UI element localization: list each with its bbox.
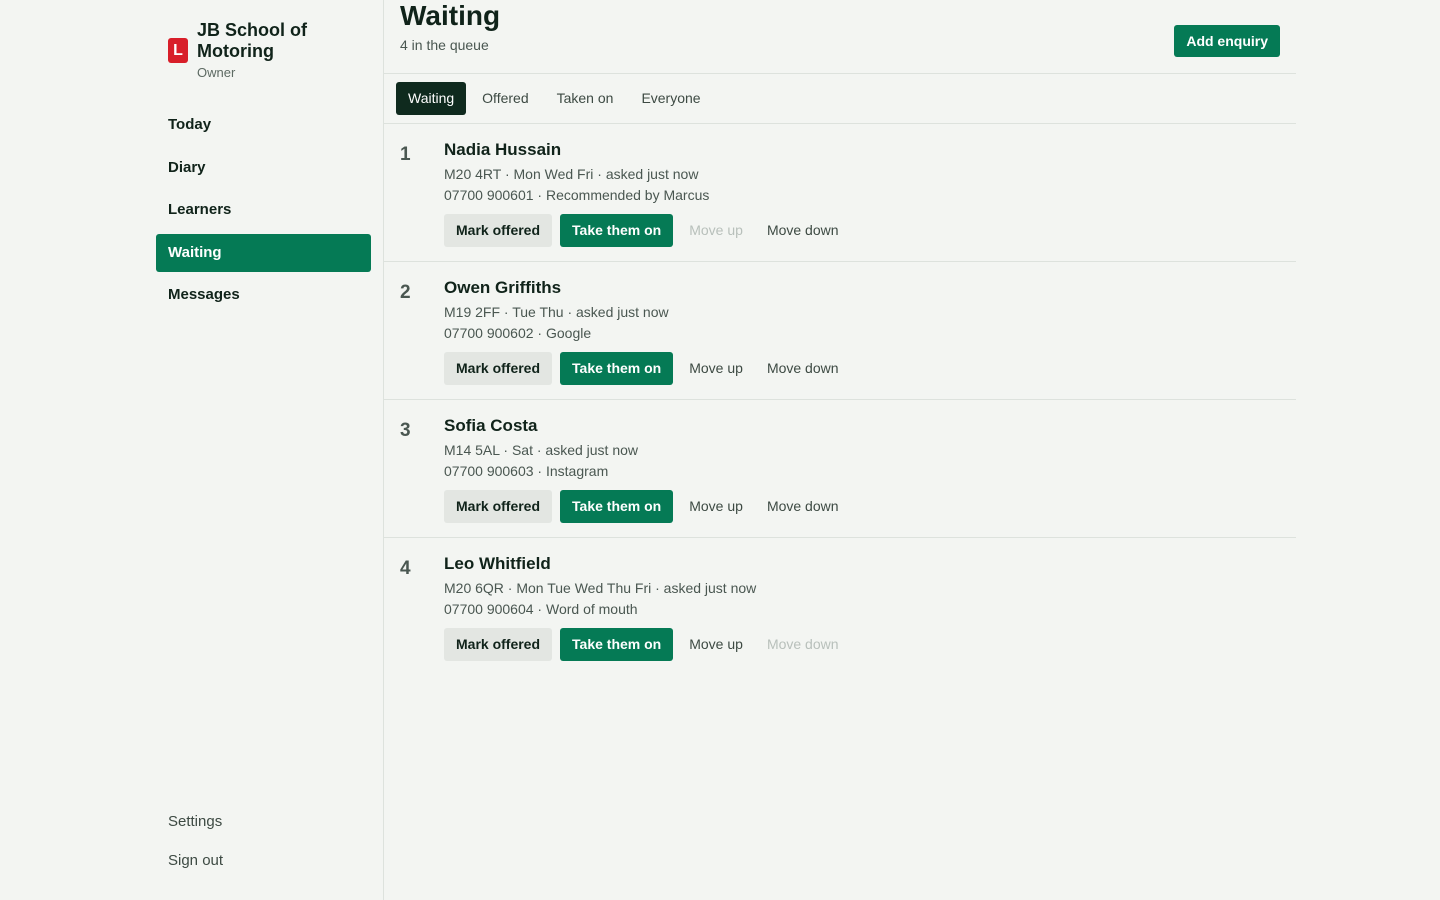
sidebar-item-diary[interactable]: Diary (156, 149, 371, 187)
tab-waiting[interactable]: Waiting (396, 82, 467, 115)
move-up-button[interactable]: Move up (677, 490, 755, 523)
move-down-button[interactable]: Move down (755, 352, 851, 385)
move-down-button[interactable]: Move down (755, 214, 851, 247)
enquiry-contact: 07700 900602 · Google (444, 325, 592, 341)
row-actions: Mark offered Take them on Move up Move d… (444, 628, 851, 661)
brand-role: Owner (197, 65, 236, 80)
queue-position: 1 (400, 144, 411, 165)
row-actions: Mark offered Take them on Move up Move d… (444, 490, 851, 523)
sign-out-link[interactable]: Sign out (168, 847, 223, 875)
move-down-button[interactable]: Move down (755, 490, 851, 523)
enquirer-name: Owen Griffiths (444, 278, 562, 297)
tab-taken-on[interactable]: Taken on (545, 82, 626, 115)
add-enquiry-button[interactable]: Add enquiry (1174, 25, 1280, 57)
page-title: Waiting (400, 0, 501, 31)
main-content: Waiting 4 in the queue Add enquiry Waiti… (384, 0, 1296, 900)
sidebar-nav: Today Diary Learners Waiting Messages (156, 106, 371, 319)
sidebar: L JB School of Motoring Owner Today Diar… (0, 0, 384, 900)
enquirer-name: Sofia Costa (444, 416, 538, 435)
list-item: 3 Sofia Costa M14 5AL · Sat · asked just… (384, 400, 1296, 538)
waiting-list: 1 Nadia Hussain M20 4RT · Mon Wed Fri · … (384, 124, 1296, 676)
move-down-button: Move down (755, 628, 851, 661)
brand-name: JB School of Motoring (197, 20, 308, 61)
enquiry-details: M14 5AL · Sat · asked just now (444, 442, 639, 458)
list-item: 4 Leo Whitfield M20 6QR · Mon Tue Wed Th… (384, 538, 1296, 676)
move-up-button[interactable]: Move up (677, 352, 755, 385)
settings-link[interactable]: Settings (168, 808, 223, 836)
sidebar-footer: Settings Sign out (168, 808, 223, 886)
row-actions: Mark offered Take them on Move up Move d… (444, 352, 851, 385)
list-item: 2 Owen Griffiths M19 2FF · Tue Thu · ask… (384, 262, 1296, 400)
queue-count: 4 in the queue (400, 37, 489, 53)
mark-offered-button[interactable]: Mark offered (444, 214, 553, 247)
take-them-on-button[interactable]: Take them on (560, 352, 674, 385)
enquirer-name: Leo Whitfield (444, 554, 551, 573)
mark-offered-button[interactable]: Mark offered (444, 490, 553, 523)
page-header: Waiting 4 in the queue Add enquiry (384, 0, 1296, 74)
learner-plate-logo-icon: L (168, 38, 188, 63)
tab-everyone[interactable]: Everyone (629, 82, 712, 115)
row-actions: Mark offered Take them on Move up Move d… (444, 214, 851, 247)
take-them-on-button[interactable]: Take them on (560, 214, 674, 247)
sidebar-item-messages[interactable]: Messages (156, 276, 371, 314)
sidebar-item-waiting[interactable]: Waiting (156, 233, 371, 272)
queue-position: 3 (400, 420, 411, 441)
queue-position: 2 (400, 282, 411, 303)
mark-offered-button[interactable]: Mark offered (444, 628, 553, 661)
sidebar-item-learners[interactable]: Learners (156, 191, 371, 229)
filter-tabs: Waiting Offered Taken on Everyone (384, 74, 1296, 124)
sidebar-item-today[interactable]: Today (156, 106, 371, 144)
move-up-button: Move up (677, 214, 755, 247)
enquiry-contact: 07700 900603 · Instagram (444, 463, 609, 479)
enquirer-name: Nadia Hussain (444, 140, 562, 159)
enquiry-contact: 07700 900604 · Word of mouth (444, 601, 638, 617)
list-item: 1 Nadia Hussain M20 4RT · Mon Wed Fri · … (384, 124, 1296, 262)
enquiry-details: M19 2FF · Tue Thu · asked just now (444, 304, 669, 320)
move-up-button[interactable]: Move up (677, 628, 755, 661)
tab-offered[interactable]: Offered (470, 82, 540, 115)
mark-offered-button[interactable]: Mark offered (444, 352, 553, 385)
queue-position: 4 (400, 558, 411, 579)
take-them-on-button[interactable]: Take them on (560, 628, 674, 661)
enquiry-contact: 07700 900601 · Recommended by Marcus (444, 187, 710, 203)
enquiry-details: M20 6QR · Mon Tue Wed Thu Fri · asked ju… (444, 580, 757, 596)
take-them-on-button[interactable]: Take them on (560, 490, 674, 523)
enquiry-details: M20 4RT · Mon Wed Fri · asked just now (444, 166, 699, 182)
app-window: L JB School of Motoring Owner Today Diar… (0, 0, 1440, 900)
